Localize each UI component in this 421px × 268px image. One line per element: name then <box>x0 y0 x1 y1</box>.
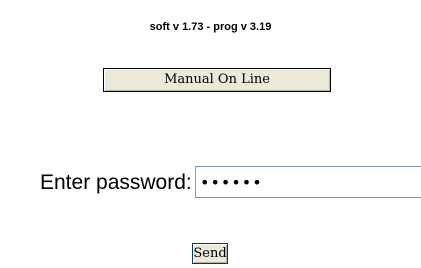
password-label: Enter password: <box>40 171 192 194</box>
version-info: soft v 1.73 - prog v 3.19 <box>149 21 272 33</box>
manual-online-button[interactable]: Manual On Line <box>103 68 331 92</box>
send-button[interactable]: Send <box>192 243 228 264</box>
password-row: Enter password: <box>40 166 421 198</box>
password-input[interactable] <box>195 166 421 198</box>
